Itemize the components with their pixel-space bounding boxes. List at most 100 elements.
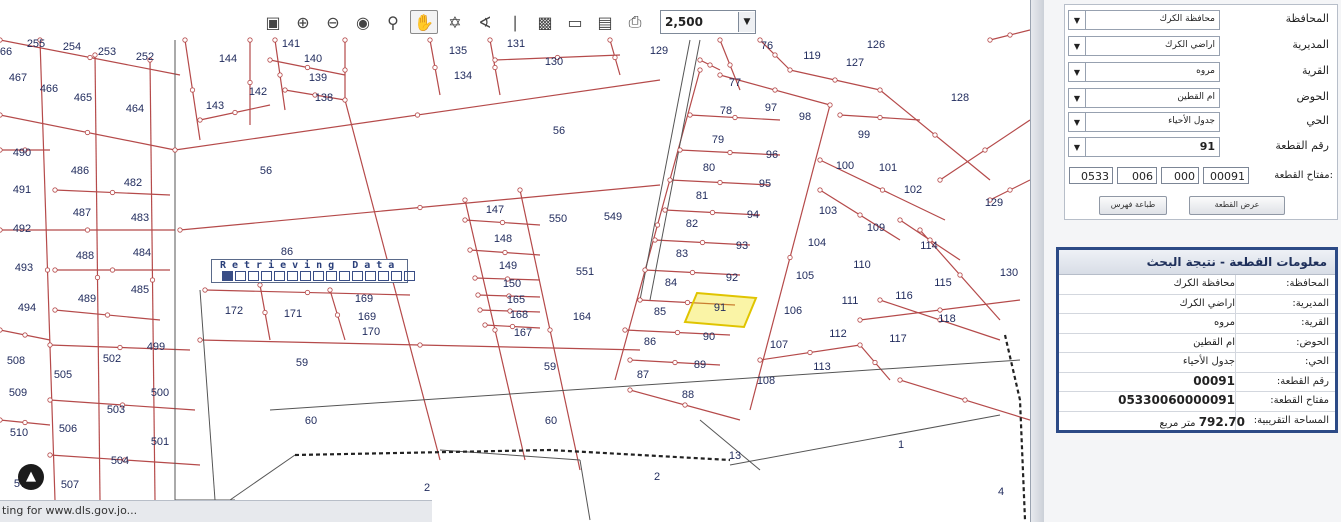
parcel-number-label: 487	[73, 207, 91, 219]
boundary-vertex	[667, 177, 673, 183]
zoom-window-icon[interactable]: ⚲	[378, 9, 408, 35]
splitter[interactable]	[1030, 0, 1045, 522]
parcel-number-label: 86	[281, 246, 293, 258]
boundary-vertex	[492, 327, 498, 333]
row-key: رقم القطعة:	[1276, 375, 1329, 387]
print-icon[interactable]: ⎙	[620, 9, 650, 35]
row-key: مفتاح القطعة:	[1270, 395, 1329, 406]
field-label: المديرية	[1292, 38, 1329, 51]
row-value: جدول الأحياء	[1182, 356, 1235, 367]
parcel-number-label: 138	[315, 92, 333, 104]
progress-boxes	[222, 271, 415, 281]
boundary-vertex	[414, 112, 421, 118]
parcel-search-form: المحافظة ▼ محافظة الكرك المديرية ▼ اراضي ا…	[1064, 4, 1338, 220]
boundary-vertex	[432, 64, 438, 71]
boundary-vertex	[417, 342, 423, 348]
boundary-vertex	[499, 219, 506, 226]
parcel-number-label: 489	[78, 293, 96, 305]
parcel-number-label: 507	[61, 479, 79, 491]
parcel-number-label: 255	[27, 38, 45, 50]
boundary-vertex	[0, 112, 3, 118]
boundary-vertex	[202, 287, 208, 293]
boundary-vertex	[304, 64, 311, 71]
boundary-vertex	[342, 67, 348, 73]
zoom-in-icon[interactable]: ⊕	[288, 9, 318, 35]
boundary-vertex	[982, 147, 988, 153]
key-part-2[interactable]: 006	[1117, 167, 1157, 184]
measure-icon[interactable]: ∢	[470, 9, 500, 35]
governorate-select[interactable]: ▼ محافظة الكرك	[1068, 10, 1220, 30]
boundary-vertex	[477, 307, 483, 313]
field-basin: الحوض ▼ ام القطين	[1065, 87, 1337, 109]
full-extent-icon[interactable]: ◉	[348, 9, 378, 35]
parcel-key-row: مفتاح القطعة: 0533 006 000 00091	[1065, 165, 1337, 187]
select-icon[interactable]: ▩	[530, 9, 560, 35]
measure-area-icon[interactable]: ∣	[500, 9, 530, 35]
boundary-vertex	[84, 129, 91, 136]
directorate-select[interactable]: ▼ اراضي الكرك	[1068, 36, 1220, 56]
neighborhood-select[interactable]: ▼ جدول الأحياء	[1068, 112, 1220, 132]
boundary-vertex	[684, 299, 691, 306]
select-value: اراضي الكرك	[1165, 40, 1215, 50]
parcel-number-label: 493	[15, 262, 33, 274]
boundary-vertex	[637, 297, 643, 303]
parcel-number-label: 506	[59, 423, 77, 435]
parcel-number-label: 150	[503, 278, 521, 290]
road-line	[199, 289, 216, 501]
boundary-vertex	[757, 357, 763, 363]
boundary-vertex	[917, 227, 923, 233]
pan-hand-icon[interactable]: ✋	[410, 10, 438, 34]
layers-icon[interactable]: ▤	[590, 9, 620, 35]
key-part-1[interactable]: 0533	[1069, 167, 1113, 184]
parcel-number-label: 168	[510, 309, 528, 321]
parcel-number-label: 91	[714, 302, 726, 314]
field-neighborhood: الحي ▼ جدول الأحياء	[1065, 111, 1337, 133]
boundary-vertex	[627, 357, 633, 363]
boundary-vertex	[197, 337, 203, 343]
parcel-number-label: 142	[249, 86, 267, 98]
boundary-vertex	[182, 37, 188, 43]
boundary-vertex	[642, 267, 648, 273]
boundary-vertex	[0, 417, 3, 423]
road-line	[439, 449, 581, 461]
boundary-vertex	[877, 297, 883, 303]
row-value: 00091	[1193, 373, 1235, 388]
boundary-vertex	[92, 52, 98, 58]
parcel-number-label: 109	[867, 222, 885, 234]
parcel-number-label: 108	[757, 375, 775, 387]
boundary-vertex	[732, 114, 738, 121]
boundary-vertex	[482, 322, 488, 328]
boundary-vertex	[787, 67, 793, 73]
show-parcel-button[interactable]: عرض القطعة	[1189, 196, 1285, 215]
scale-select[interactable]: 2,500 ▼	[660, 10, 756, 34]
north-arrow-icon: ▲	[18, 464, 44, 490]
parcel-number-label: 508	[7, 355, 25, 367]
parcel-number-label: 135	[449, 45, 467, 57]
row-value: مروه	[1214, 317, 1235, 328]
identify-icon[interactable]: ✡	[440, 9, 470, 35]
parcel-number-label: 95	[759, 178, 771, 190]
result-row: الحي: جدول الأحياء	[1059, 353, 1335, 373]
parcel-number-label: 89	[694, 359, 706, 371]
field-label: رقم القطعة	[1275, 139, 1329, 152]
road-line	[649, 39, 701, 301]
key-part-3[interactable]: 000	[1161, 167, 1199, 184]
parcel-number-label: 549	[604, 211, 622, 223]
parcel-number-label: 111	[842, 295, 859, 307]
print-index-button[interactable]: طباعة فهرس	[1099, 196, 1167, 215]
zoom-out-icon[interactable]: ⊖	[318, 9, 348, 35]
parcel-map[interactable]: 255 254 253 2526646746646546449048648249148…	[0, 0, 1030, 522]
key-part-4[interactable]: 00091	[1203, 167, 1249, 184]
parcel-number-label: 139	[309, 72, 327, 84]
parcel-number-label: 112	[829, 328, 847, 340]
village-select[interactable]: ▼ مروه	[1068, 62, 1220, 82]
boundary-vertex	[0, 227, 3, 233]
parcel-number-select[interactable]: ▼ 91	[1068, 137, 1220, 157]
chevron-down-icon: ▼	[1069, 138, 1086, 156]
layer-toggle-icon[interactable]: ▣	[258, 9, 288, 35]
basin-select[interactable]: ▼ ام القطين	[1068, 88, 1220, 108]
boundary-vertex	[304, 289, 311, 296]
map-view[interactable]: 255 254 253 252 66 467 466 465 464 490 486 482 491 48…	[0, 0, 1030, 522]
eraser-icon[interactable]: ▭	[560, 9, 590, 35]
road-line	[229, 454, 296, 501]
